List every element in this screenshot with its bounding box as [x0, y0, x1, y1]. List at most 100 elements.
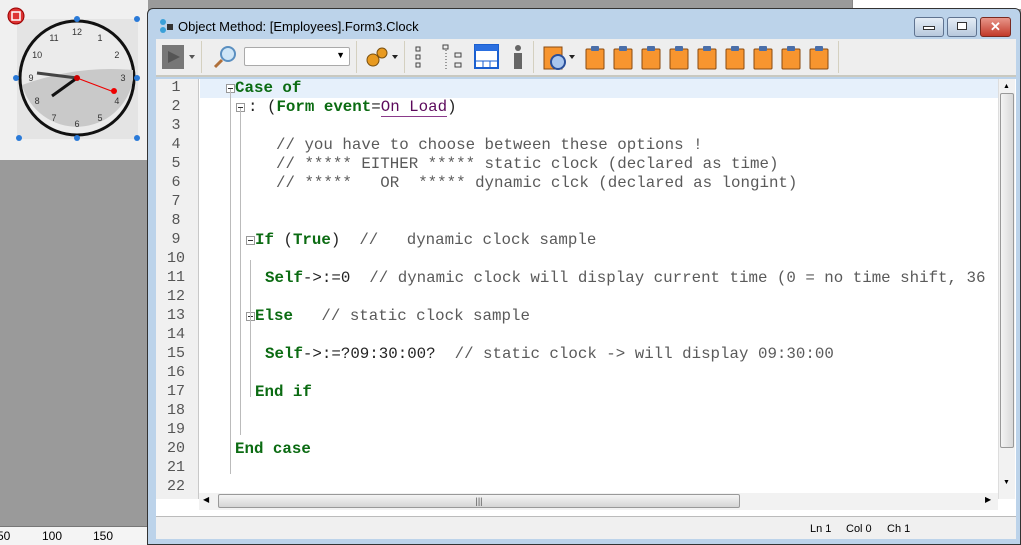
line-number: 17 [166, 383, 185, 400]
keyword-token: End case [235, 440, 311, 458]
code-line[interactable]: Case of [235, 79, 301, 98]
code-line[interactable]: Else // static clock sample [255, 307, 530, 326]
vertical-scroll-thumb[interactable] [1000, 93, 1014, 448]
form-grid-icon[interactable] [474, 43, 500, 76]
scroll-up-icon[interactable]: ▲ [1003, 83, 1010, 90]
line-number: 13 [166, 307, 185, 324]
info-icon[interactable] [508, 43, 528, 76]
gears-button[interactable] [364, 43, 400, 76]
search-combo[interactable]: ▼ [244, 47, 350, 66]
operator-token: ->:=?09:30:00? [302, 345, 455, 363]
clipboard-icon[interactable] [584, 43, 606, 76]
line-number: 20 [166, 440, 185, 457]
current-line-highlight [200, 79, 998, 98]
object-badge-icon [7, 7, 25, 25]
code-line[interactable]: End case [235, 440, 311, 459]
search-icon[interactable] [212, 43, 240, 76]
horizontal-scrollbar[interactable]: ◀ ||| ▶ [199, 493, 998, 510]
scroll-right-icon[interactable]: ▶ [985, 495, 991, 504]
keyword-token: Case of [235, 79, 302, 97]
collapse-icon[interactable] [441, 43, 465, 76]
keyword-token: Form event [276, 98, 372, 116]
keyword-token: If [255, 231, 274, 249]
clock-number: 7 [51, 113, 56, 123]
clipboard-icon[interactable] [752, 43, 774, 76]
code-editor[interactable]: 1 2 3 4 5 6 7 8 9 10 11 12 13 14 15 16 17 18 19 20 21 22 Case… [156, 79, 1016, 519]
vertical-scrollbar[interactable]: ▲ ▼ [998, 79, 1015, 499]
method-editor-window: Object Method: [Employees].Form3.Clock ✕… [147, 8, 1021, 545]
clock-number: 8 [35, 96, 40, 106]
clipboard-icon[interactable] [612, 43, 634, 76]
comment-token: // ***** OR ***** dynamic clck (declared… [276, 174, 798, 192]
line-number: 7 [171, 193, 181, 210]
clock-number: 4 [114, 96, 119, 106]
close-button[interactable]: ✕ [980, 17, 1011, 37]
clock-number: 3 [120, 73, 125, 83]
clock-number: 1 [97, 33, 102, 43]
expand-all-icon[interactable] [414, 43, 434, 76]
clipboard-clock-button[interactable] [542, 43, 578, 76]
status-col: Col 0 [846, 523, 872, 535]
code-line[interactable]: // ***** OR ***** dynamic clck (declared… [276, 174, 797, 193]
clock-number: 5 [97, 113, 102, 123]
block-guide [230, 89, 231, 474]
line-number: 21 [166, 459, 185, 476]
clock-number: 2 [114, 50, 119, 60]
line-number: 14 [166, 326, 185, 343]
ruler-tick: 100 [42, 529, 63, 543]
clipboard-icon[interactable] [780, 43, 802, 76]
comment-token: // static clock sample [321, 307, 530, 325]
comment-token: // dynamic clock sample [359, 231, 597, 249]
clock-number: 9 [28, 73, 33, 83]
line-number: 15 [166, 345, 185, 362]
operator-token: ->:=0 [302, 269, 370, 287]
code-line[interactable]: // you have to choose between these opti… [276, 136, 703, 155]
punctuation-token: ) [447, 98, 457, 116]
clipboard-icon[interactable] [640, 43, 662, 76]
clock-number: 10 [32, 50, 42, 60]
line-number: 1 [171, 79, 181, 96]
line-number: 9 [171, 231, 181, 248]
clipboard-icon[interactable] [696, 43, 718, 76]
method-icon [160, 19, 173, 33]
line-number: 12 [166, 288, 185, 305]
code-line[interactable]: Self->:=?09:30:00? // static clock -> wi… [265, 345, 834, 364]
line-number: 22 [166, 478, 185, 495]
operator-token: = [371, 98, 381, 116]
line-number: 18 [166, 402, 185, 419]
scroll-left-icon[interactable]: ◀ [203, 495, 209, 504]
line-number: 10 [166, 250, 185, 267]
form-preview: 12 1 2 3 4 5 6 7 8 9 10 11 [0, 0, 148, 160]
keyword-token: Else [255, 307, 293, 325]
scroll-down-icon[interactable]: ▼ [1003, 479, 1010, 486]
code-line[interactable]: If (True) // dynamic clock sample [255, 231, 596, 250]
status-bar: Ln 1 Col 0 Ch 1 [156, 516, 1016, 539]
minimize-button[interactable] [914, 17, 944, 37]
line-number: 16 [166, 364, 185, 381]
fold-toggle-icon[interactable] [246, 236, 255, 245]
clipboard-icon[interactable] [724, 43, 746, 76]
window-title: Object Method: [Employees].Form3.Clock [178, 19, 419, 34]
clock-object[interactable]: 121234567891011 [0, 0, 148, 160]
code-line[interactable]: End if [255, 383, 312, 402]
keyword-token: True [292, 231, 331, 249]
clock-number: 11 [49, 33, 58, 43]
constant-token: On Load [380, 98, 448, 117]
line-number: 8 [171, 212, 181, 229]
block-guide [250, 336, 251, 397]
comment-token: // you have to choose between these opti… [276, 136, 703, 154]
punctuation-token [293, 307, 321, 325]
clock-number: 12 [72, 27, 82, 37]
code-line[interactable]: : (Form event=On Load) [248, 98, 457, 117]
clipboard-icon[interactable] [808, 43, 830, 76]
punctuation-token: ) [330, 231, 360, 249]
run-button[interactable] [162, 43, 198, 76]
maximize-button[interactable] [947, 17, 977, 37]
keyword-token: End if [255, 383, 312, 401]
horizontal-scroll-thumb[interactable]: ||| [218, 494, 740, 508]
comment-token: // static clock -> will display 09:30:00 [454, 345, 834, 363]
clipboard-icon[interactable] [668, 43, 690, 76]
code-line[interactable]: // ***** EITHER ***** static clock (decl… [276, 155, 778, 174]
punctuation-token: : ( [248, 98, 277, 116]
code-line[interactable]: Self->:=0 // dynamic clock will display … [265, 269, 985, 288]
